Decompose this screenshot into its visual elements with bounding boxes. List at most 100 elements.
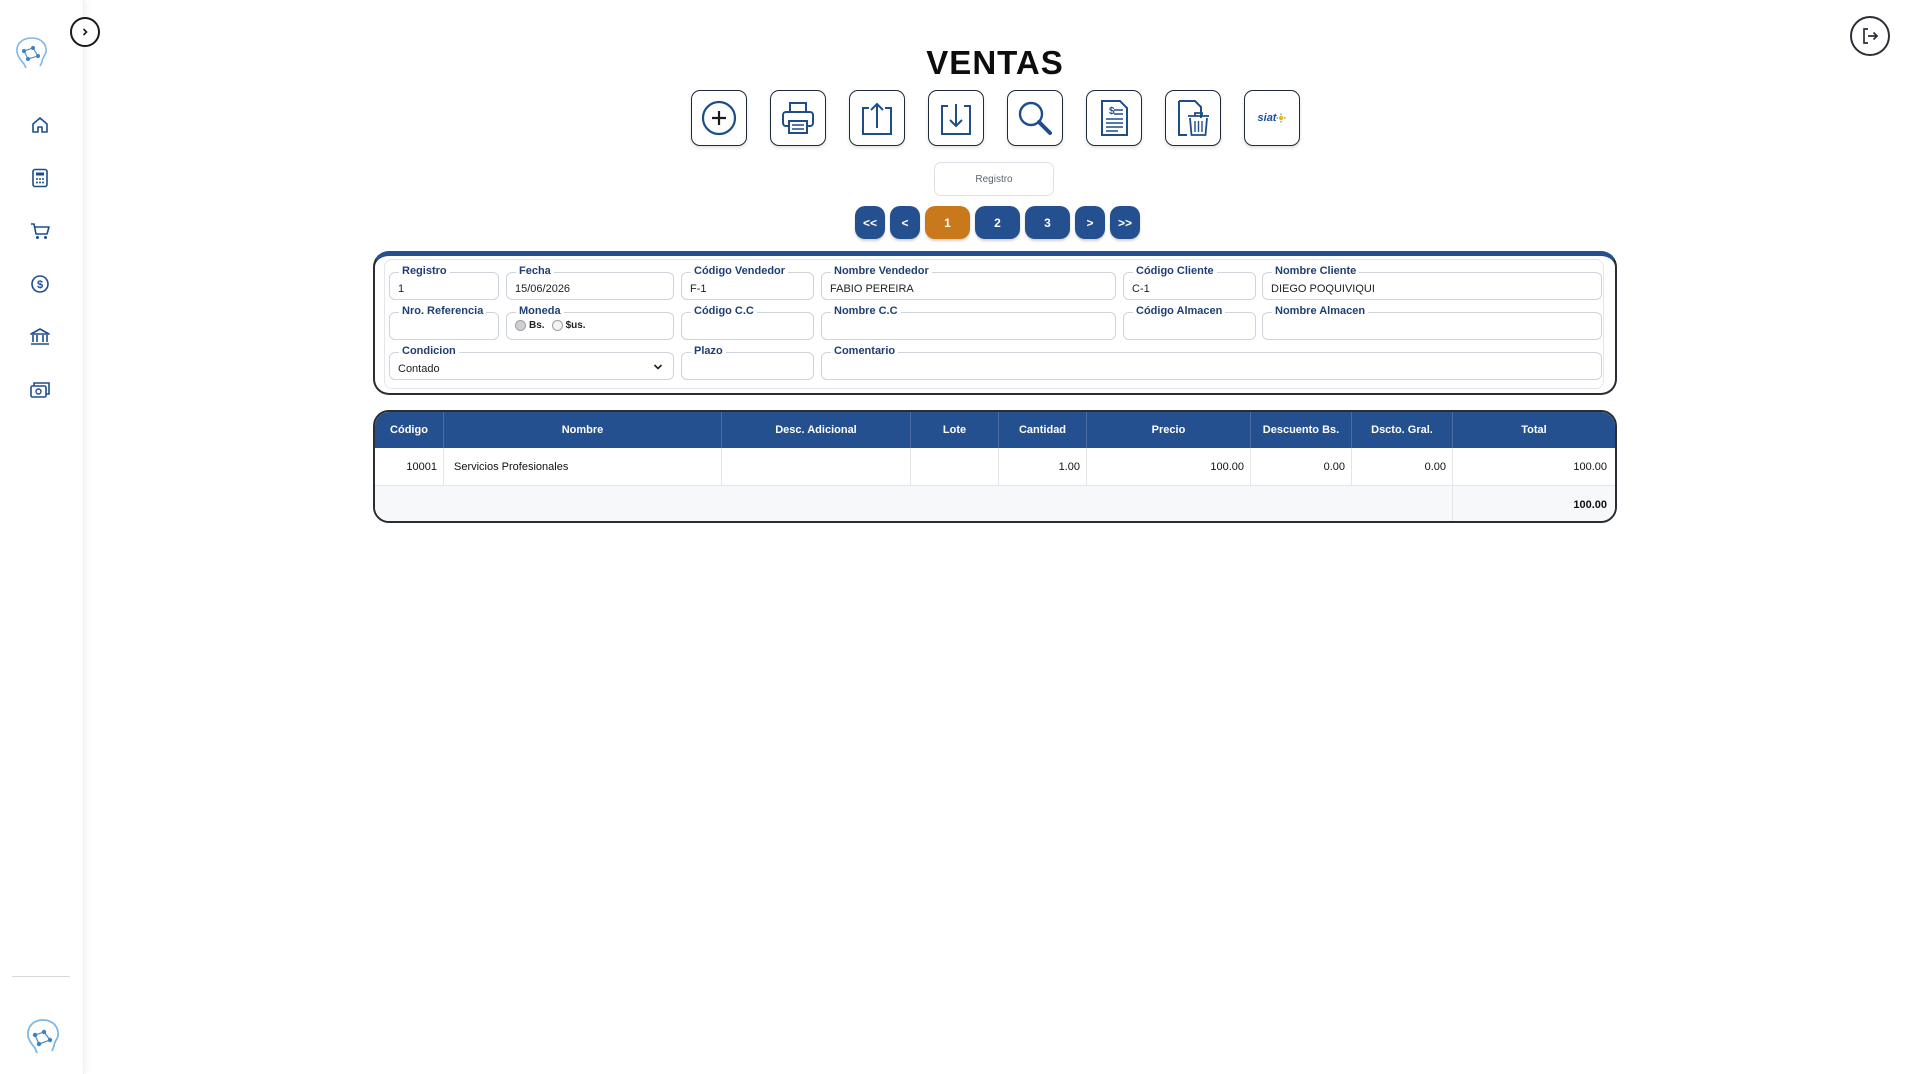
bank-icon xyxy=(30,328,50,345)
moneda-field: Moneda Bs. $us. xyxy=(506,305,674,340)
siat-sun-icon xyxy=(1276,113,1286,123)
col-codigo: Código xyxy=(375,412,444,448)
registro-label: Registro xyxy=(399,265,450,277)
col-descuento: Descuento Bs. xyxy=(1251,412,1352,448)
add-button[interactable] xyxy=(691,90,747,146)
plazo-label: Plazo xyxy=(691,345,726,357)
moneda-usd-radio[interactable] xyxy=(551,320,563,331)
codigo-cliente-value: C-1 xyxy=(1132,283,1150,295)
sidebar: $ xyxy=(0,0,84,1074)
delete-button[interactable] xyxy=(1165,90,1221,146)
cell-desc-adicional[interactable] xyxy=(722,448,911,486)
page-next-button[interactable]: > xyxy=(1075,206,1105,239)
cell-descuento[interactable]: 0.00 xyxy=(1251,448,1352,486)
sidebar-item-cash[interactable] xyxy=(28,379,52,401)
plazo-field[interactable]: Plazo xyxy=(681,345,814,380)
page-title: VENTAS xyxy=(926,44,1064,81)
registro-field[interactable]: Registro 1 xyxy=(389,265,499,300)
pagination: << < 1 2 3 > >> xyxy=(855,206,1140,239)
nombre-vendedor-field[interactable]: Nombre Vendedor FABIO PEREIRA xyxy=(821,265,1116,300)
user-avatar-icon[interactable] xyxy=(22,1016,64,1056)
nombre-vendedor-value: FABIO PEREIRA xyxy=(830,283,914,295)
sidebar-expand-button[interactable] xyxy=(70,17,100,47)
search-button[interactable] xyxy=(1007,90,1063,146)
grand-total: 100.00 xyxy=(1573,498,1607,511)
invoice-doc-icon: $ xyxy=(1101,100,1128,136)
codigo-cliente-field[interactable]: Código Cliente C-1 xyxy=(1123,265,1256,300)
nro-referencia-field[interactable]: Nro. Referencia xyxy=(389,305,499,340)
condicion-select[interactable]: Condicion Contado xyxy=(389,345,674,380)
cell-codigo[interactable]: 10001 xyxy=(375,448,444,486)
col-total: Total xyxy=(1521,424,1547,436)
download-icon xyxy=(941,104,971,135)
col-cantidad: Cantidad xyxy=(999,412,1087,448)
table-row[interactable]: 10001 Servicios Profesionales 1.00 100.0… xyxy=(375,448,1615,486)
page-last-button[interactable]: >> xyxy=(1110,206,1140,239)
page-prev-button[interactable]: < xyxy=(890,206,920,239)
codigo-cc-label: Código C.C xyxy=(691,305,757,317)
codigo-cc-field[interactable]: Código C.C xyxy=(681,305,814,340)
nombre-cliente-value: DIEGO POQUIVIQUI xyxy=(1271,283,1375,295)
registro-search-input[interactable]: Registro xyxy=(934,162,1054,196)
toolbar: $ siat xyxy=(691,90,1300,146)
sidebar-nav: $ xyxy=(28,114,52,401)
trash-doc-icon xyxy=(1178,100,1209,136)
page-3-button[interactable]: 3 xyxy=(1025,206,1070,239)
sidebar-item-home[interactable] xyxy=(28,114,52,136)
sidebar-item-bank[interactable] xyxy=(28,326,52,348)
codigo-almacen-label: Código Almacen xyxy=(1133,305,1226,317)
nro-referencia-label: Nro. Referencia xyxy=(399,305,487,317)
cell-cantidad[interactable]: 1.00 xyxy=(999,448,1087,486)
cell-total[interactable]: 100.00 xyxy=(1453,448,1615,486)
cart-icon xyxy=(31,223,50,239)
cell-dscto-gral[interactable]: 0.00 xyxy=(1352,448,1453,486)
cell-lote[interactable] xyxy=(911,448,999,486)
sidebar-divider xyxy=(12,976,70,977)
sale-detail-table: Código Nombre Desc. Adicional Lote Canti… xyxy=(373,410,1617,523)
col-lote: Lote xyxy=(911,412,999,448)
upload-icon xyxy=(862,102,892,135)
codigo-cliente-label: Código Cliente xyxy=(1133,265,1217,277)
nombre-almacen-label: Nombre Almacen xyxy=(1272,305,1369,317)
page-2-button[interactable]: 2 xyxy=(975,206,1020,239)
cell-nombre[interactable]: Servicios Profesionales xyxy=(444,448,722,486)
moneda-bs-radio[interactable] xyxy=(515,320,526,331)
codigo-almacen-field[interactable]: Código Almacen xyxy=(1123,305,1256,340)
home-icon xyxy=(32,117,48,133)
footer-spacer xyxy=(375,486,1453,521)
codigo-vendedor-field[interactable]: Código Vendedor F-1 xyxy=(681,265,814,300)
print-button[interactable] xyxy=(770,90,826,146)
sidebar-item-calculator[interactable] xyxy=(28,167,52,189)
magnifier-icon xyxy=(1018,101,1052,135)
registro-value: 1 xyxy=(398,283,405,295)
sale-header-form: Registro 1 Fecha 15/06/2026 Código Vende… xyxy=(373,251,1617,395)
form-inner-panel: Registro 1 Fecha 15/06/2026 Código Vende… xyxy=(384,259,1604,389)
page-first-button[interactable]: << xyxy=(855,206,885,239)
siat-button[interactable]: siat xyxy=(1244,90,1300,146)
svg-text:$: $ xyxy=(37,279,43,291)
printer-icon xyxy=(782,102,814,134)
nombre-cliente-field[interactable]: Nombre Cliente DIEGO POQUIVIQUI xyxy=(1262,265,1602,300)
col-precio: Precio xyxy=(1087,412,1251,448)
sidebar-item-cart[interactable] xyxy=(28,220,52,242)
fecha-label: Fecha xyxy=(516,265,554,277)
invoice-button[interactable]: $ xyxy=(1086,90,1142,146)
chevron-right-icon xyxy=(82,28,88,36)
moneda-label: Moneda xyxy=(516,305,564,317)
moneda-bs-label: Bs. xyxy=(529,320,545,331)
upload-button[interactable] xyxy=(849,90,905,146)
download-button[interactable] xyxy=(928,90,984,146)
logout-icon xyxy=(1863,28,1879,44)
col-nombre: Nombre xyxy=(444,412,722,448)
fecha-field[interactable]: Fecha 15/06/2026 xyxy=(506,265,674,300)
nombre-almacen-field[interactable]: Nombre Almacen xyxy=(1262,305,1602,340)
money-icon xyxy=(30,382,50,398)
page-1-button[interactable]: 1 xyxy=(925,206,970,239)
cell-precio[interactable]: 100.00 xyxy=(1087,448,1251,486)
comentario-field[interactable]: Comentario xyxy=(821,345,1602,380)
calculator-icon xyxy=(32,168,48,188)
siat-logo-text: siat xyxy=(1257,112,1277,124)
nombre-cliente-label: Nombre Cliente xyxy=(1272,265,1360,277)
sidebar-item-finance[interactable]: $ xyxy=(28,273,52,295)
nombre-cc-field[interactable]: Nombre C.C xyxy=(821,305,1116,340)
